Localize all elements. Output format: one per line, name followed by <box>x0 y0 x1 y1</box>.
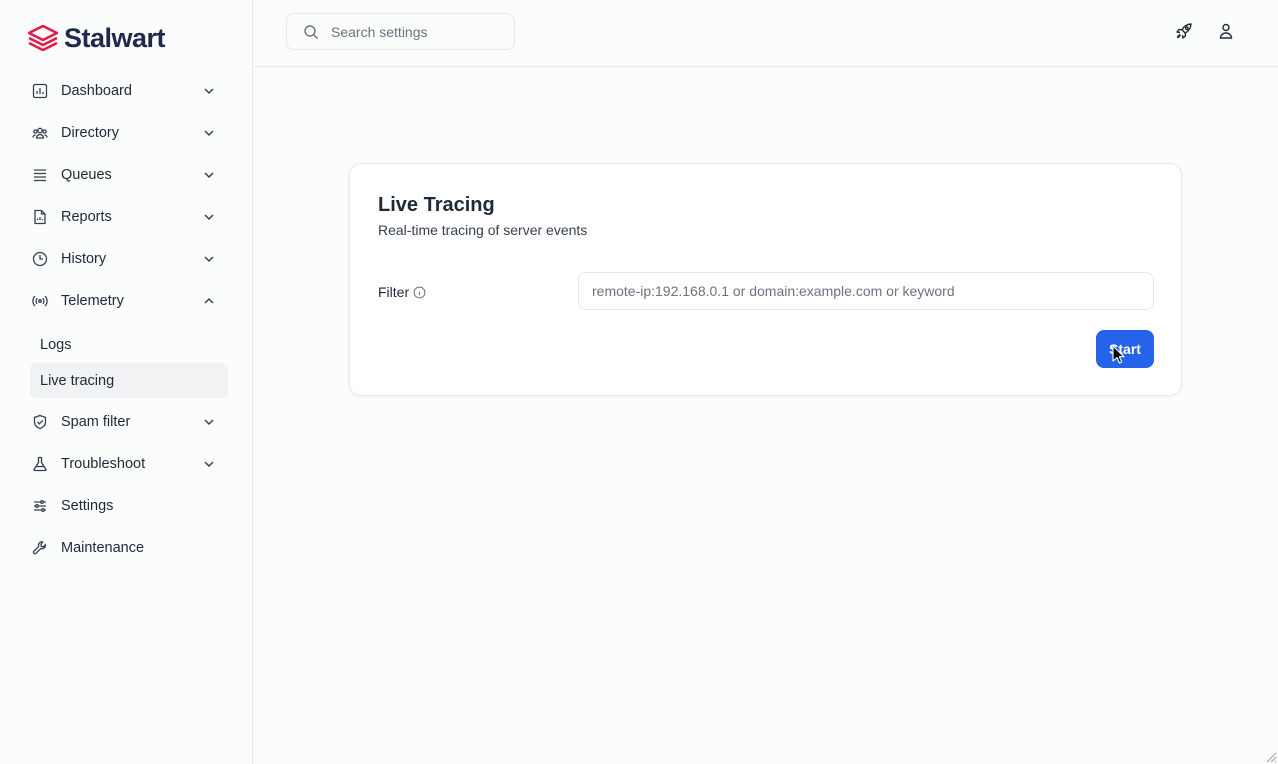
sidebar-item-label: Directory <box>61 125 120 141</box>
bar-chart-icon <box>31 82 49 100</box>
live-tracing-card: Live Tracing Real-time tracing of server… <box>349 163 1182 396</box>
chevron-down-icon[interactable] <box>202 168 216 182</box>
search-icon <box>304 24 318 39</box>
sidebar-item-dashboard[interactable]: Dashboard <box>30 70 228 112</box>
chevron-down-icon[interactable] <box>202 126 216 140</box>
clock-icon <box>31 250 49 268</box>
filter-label-text: Filter <box>378 284 410 300</box>
sidebar-item-label: Settings <box>61 498 114 514</box>
chevron-down-icon[interactable] <box>202 252 216 266</box>
sidebar-nav: Dashboard Directory Queues Reports Histo… <box>30 70 228 569</box>
sidebar-item-label: Maintenance <box>61 540 145 556</box>
sidebar-item-label: Spam filter <box>61 414 131 430</box>
sidebar-item-live-tracing[interactable]: Live tracing <box>30 363 228 398</box>
flask-icon <box>31 455 49 473</box>
chevron-down-icon[interactable] <box>202 457 216 471</box>
sidebar-item-spam-filter[interactable]: Spam filter <box>30 401 228 443</box>
mouse-cursor-icon <box>1112 345 1125 364</box>
search-box[interactable] <box>286 13 515 50</box>
document-icon <box>31 208 49 226</box>
top-bar <box>254 0 1278 67</box>
sidebar-item-label: Troubleshoot <box>61 456 146 472</box>
stalwart-logo-icon <box>28 25 58 51</box>
search-input[interactable] <box>331 23 501 40</box>
signal-icon <box>31 292 49 310</box>
sidebar-item-reports[interactable]: Reports <box>30 196 228 238</box>
shield-check-icon <box>31 413 49 431</box>
filter-label: Filter <box>378 284 426 300</box>
sidebar-item-troubleshoot[interactable]: Troubleshoot <box>30 443 228 485</box>
sidebar-item-label: History <box>61 251 107 267</box>
sidebar: Stalwart Dashboard Directory Queues Repo… <box>0 0 253 764</box>
brand-name: Stalwart <box>64 22 166 53</box>
sidebar-item-label: Dashboard <box>61 83 132 99</box>
queue-list-icon <box>31 166 49 184</box>
filter-input[interactable] <box>578 272 1154 310</box>
wrench-icon <box>31 539 49 557</box>
sidebar-item-directory[interactable]: Directory <box>30 112 228 154</box>
chevron-down-icon[interactable] <box>202 415 216 429</box>
telemetry-submenu: Logs Live tracing <box>30 322 228 401</box>
sidebar-item-settings[interactable]: Settings <box>30 485 228 527</box>
sidebar-item-label: Telemetry <box>61 293 124 309</box>
sidebar-item-history[interactable]: History <box>30 238 228 280</box>
brand-logo[interactable]: Stalwart <box>28 22 166 53</box>
sidebar-item-queues[interactable]: Queues <box>30 154 228 196</box>
sidebar-item-telemetry[interactable]: Telemetry <box>30 280 228 322</box>
users-icon <box>31 124 49 142</box>
sidebar-item-logs[interactable]: Logs <box>30 327 228 362</box>
page-title: Live Tracing <box>378 194 495 216</box>
info-icon[interactable] <box>413 286 426 299</box>
chevron-up-icon[interactable] <box>202 294 216 308</box>
sidebar-item-label: Reports <box>61 209 112 225</box>
sliders-icon <box>31 497 49 515</box>
resize-handle-icon[interactable] <box>1265 751 1277 763</box>
sidebar-item-maintenance[interactable]: Maintenance <box>30 527 228 569</box>
chevron-down-icon[interactable] <box>202 210 216 224</box>
chevron-down-icon[interactable] <box>202 84 216 98</box>
rocket-icon[interactable] <box>1175 22 1193 40</box>
sidebar-item-label: Queues <box>61 167 112 183</box>
user-icon[interactable] <box>1217 22 1235 40</box>
page-subtitle: Real-time tracing of server events <box>378 222 588 238</box>
